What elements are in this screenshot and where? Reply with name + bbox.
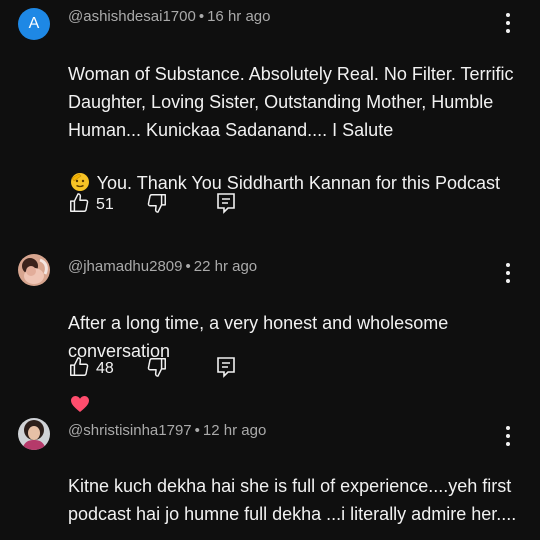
meta-separator: • (185, 258, 191, 275)
like-button[interactable]: 48 (68, 356, 114, 383)
comment-text-part: Kitne kuch dekha hai she is full of expe… (68, 476, 517, 524)
like-button[interactable]: 51 (68, 192, 114, 219)
comment-meta: @shristisinha1797 • 12 hr ago (68, 422, 266, 439)
avatar-letter: A (28, 15, 40, 32)
comment-text: Woman of Substance. Absolutely Real. No … (68, 32, 518, 200)
comment-author[interactable]: @shristisinha1797 (68, 422, 192, 439)
comment-meta: @ashishdesai1700 • 16 hr ago (68, 8, 270, 25)
comment-meta: @jhamadhu2809 • 22 hr ago (68, 258, 257, 275)
reply-icon (216, 192, 236, 219)
comment-item: @jhamadhu2809 • 22 hr ago After a long tim… (0, 230, 540, 412)
like-count: 48 (96, 360, 114, 377)
avatar[interactable]: A (18, 8, 50, 40)
thumb-up-icon (68, 356, 90, 383)
more-options-icon[interactable] (502, 12, 514, 34)
comment-text-part: Woman of Substance. Absolutely Real. No … (68, 64, 514, 140)
dislike-button[interactable] (146, 192, 168, 219)
comment-text-part: You. Thank You Siddharth Kannan for this… (92, 173, 500, 193)
comment-text-part: After a long time, a very honest and who… (68, 313, 449, 361)
comment-text: Kitne kuch dekha hai she is full of expe… (68, 444, 518, 528)
thumb-up-icon (68, 192, 90, 219)
comment-actions: 51 (68, 192, 236, 218)
avatar[interactable] (18, 418, 50, 450)
avatar[interactable] (18, 254, 50, 286)
reply-button[interactable] (216, 192, 236, 219)
thumb-down-icon (146, 192, 168, 219)
dislike-button[interactable] (146, 356, 168, 383)
reply-button[interactable] (216, 356, 236, 383)
comment-actions: 48 (68, 356, 236, 382)
comment-item: A @ashishdesai1700 • 16 hr ago Woman of Su… (0, 0, 540, 230)
comment-author[interactable]: @jhamadhu2809 (68, 258, 182, 275)
meta-separator: • (194, 422, 200, 439)
comment-time[interactable]: 22 hr ago (194, 258, 257, 275)
comment-item: @shristisinha1797 • 12 hr ago Kitne kuch d… (0, 400, 540, 540)
comment-time[interactable]: 12 hr ago (203, 422, 266, 439)
meta-separator: • (198, 8, 205, 25)
thumb-down-icon (146, 356, 168, 383)
comment-time[interactable]: 16 hr ago (207, 8, 270, 25)
comment-author[interactable]: @ashishdesai1700 (68, 8, 196, 25)
reply-icon (216, 356, 236, 383)
like-count: 51 (96, 196, 114, 213)
